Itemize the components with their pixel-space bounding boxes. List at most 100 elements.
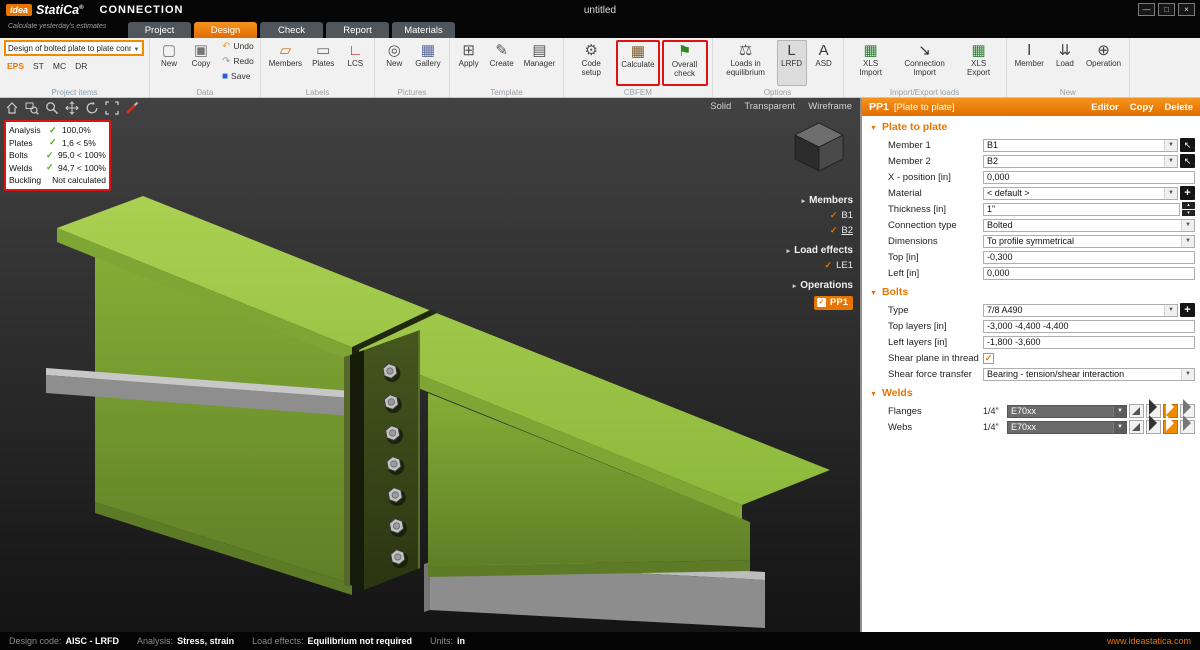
- pick-member-button[interactable]: [1180, 154, 1195, 168]
- lrfd-button[interactable]: LLRFD: [777, 40, 807, 86]
- weld-type-button-1[interactable]: [1129, 420, 1144, 434]
- shear-plane-in-thread-checkbox[interactable]: [983, 353, 994, 364]
- operation-button[interactable]: ⊕Operation: [1082, 40, 1125, 86]
- weld-type-button-1[interactable]: [1129, 404, 1144, 418]
- add-new-button[interactable]: [1180, 303, 1195, 317]
- member-button[interactable]: ⅠMember: [1011, 40, 1048, 86]
- apply-button[interactable]: ⊞Apply: [454, 40, 484, 86]
- end-plate-left-edge[interactable]: [344, 355, 350, 587]
- save-button[interactable]: ■Save: [220, 70, 256, 84]
- project-item-mc[interactable]: MC: [53, 61, 66, 71]
- zoom-button[interactable]: [43, 100, 60, 116]
- delete-button[interactable]: Delete: [1164, 102, 1193, 113]
- tab-project[interactable]: Project: [128, 22, 191, 38]
- checkbox-icon[interactable]: [830, 211, 838, 220]
- check-result-row: Plates1,6 < 5%: [9, 137, 106, 150]
- flanges-select[interactable]: E70xx: [1007, 405, 1127, 418]
- gallery-button[interactable]: ▦Gallery: [411, 40, 444, 86]
- loads-in-equilibrium-button[interactable]: ⚖Loads in equilibrium: [717, 40, 775, 86]
- members-button[interactable]: ▱Members: [265, 40, 306, 86]
- property-row-shear-plane-in-thread: Shear plane in thread: [862, 350, 1200, 366]
- xls-import-button[interactable]: ▦XLS Import: [848, 40, 894, 86]
- viewport-3d[interactable]: SolidTransparentWireframe Analysis100,0%…: [0, 98, 860, 632]
- connection-type-select[interactable]: Bolted: [983, 219, 1195, 232]
- checkbox-icon[interactable]: [830, 226, 838, 235]
- connection-import-button[interactable]: ↘Connection Import: [896, 40, 954, 86]
- project-item-eps[interactable]: EPS: [7, 61, 24, 71]
- manager-button[interactable]: ▤Manager: [520, 40, 560, 86]
- group-label: Data: [150, 88, 260, 97]
- undo-button[interactable]: ↶Undo: [220, 40, 256, 54]
- tree-section-load-effects[interactable]: Load effects: [787, 245, 853, 256]
- material-select[interactable]: < default >: [983, 187, 1178, 200]
- weld-type-button-2[interactable]: [1146, 420, 1161, 434]
- weld-type-button-3[interactable]: [1163, 420, 1178, 434]
- tree-item-b1[interactable]: B1: [830, 210, 853, 221]
- project-item-st[interactable]: ST: [33, 61, 44, 71]
- tab-report[interactable]: Report: [326, 22, 389, 38]
- property-row-top-in: Top [in]-0,300: [862, 249, 1200, 265]
- pick-member-button[interactable]: [1180, 138, 1195, 152]
- section-header-bolts[interactable]: Bolts: [862, 281, 1200, 302]
- home-view-button[interactable]: [3, 100, 20, 116]
- section-header-plate-to-plate[interactable]: Plate to plate: [862, 116, 1200, 137]
- redo-button[interactable]: ↷Redo: [220, 55, 256, 69]
- asd-button[interactable]: AASD: [809, 40, 839, 86]
- webs-select[interactable]: E70xx: [1007, 421, 1127, 434]
- spinner-down-icon[interactable]: [1182, 210, 1195, 217]
- editor-button[interactable]: Editor: [1091, 102, 1118, 113]
- view-mode-solid[interactable]: Solid: [710, 101, 731, 112]
- tab-materials[interactable]: Materials: [392, 22, 455, 38]
- member-2-select[interactable]: B2: [983, 155, 1178, 168]
- checkbox-icon[interactable]: [825, 261, 833, 270]
- copy-button[interactable]: Copy: [1130, 102, 1154, 113]
- pan-button[interactable]: [63, 100, 80, 116]
- tab-design[interactable]: Design: [194, 22, 257, 38]
- type-select[interactable]: 7/8 A490: [983, 304, 1178, 317]
- code-setup-button[interactable]: ⚙Code setup: [568, 40, 614, 86]
- 3d-model-scene[interactable]: [0, 98, 860, 632]
- tree-section-operations[interactable]: Operations: [793, 280, 853, 291]
- new-button[interactable]: ▢New: [154, 40, 184, 86]
- x-position-in-input[interactable]: 0,000: [983, 171, 1195, 184]
- copy-button[interactable]: ▣Copy: [186, 40, 216, 86]
- top-in-input[interactable]: -0,300: [983, 251, 1195, 264]
- add-new-button[interactable]: [1180, 186, 1195, 200]
- shear-force-transfer-select[interactable]: Bearing - tension/shear interaction: [983, 368, 1195, 381]
- overall-check-button[interactable]: ⚑Overall check: [662, 40, 708, 86]
- left-layers-in-input[interactable]: -1,800 -3,600: [983, 336, 1195, 349]
- tab-check[interactable]: Check: [260, 22, 323, 38]
- modify-button[interactable]: [123, 100, 140, 116]
- fit-view-button[interactable]: [103, 100, 120, 116]
- maximize-button[interactable]: □: [1158, 3, 1175, 16]
- tree-section-members[interactable]: Members: [802, 195, 853, 206]
- website-link[interactable]: www.ideastatica.com: [1107, 636, 1191, 646]
- top-layers-in-input[interactable]: -3,000 -4,400 -4,400: [983, 320, 1195, 333]
- view-mode-transparent[interactable]: Transparent: [744, 101, 795, 112]
- rotate-button[interactable]: [83, 100, 100, 116]
- member-1-select[interactable]: B1: [983, 139, 1178, 152]
- new-button[interactable]: ◎New: [379, 40, 409, 86]
- project-type-dropdown[interactable]: Design of bolted plate to plate conne: [4, 40, 144, 56]
- tree-item-pp1[interactable]: PP1: [814, 296, 853, 310]
- tree-item-le1[interactable]: LE1: [825, 260, 853, 271]
- load-button[interactable]: ⇊Load: [1050, 40, 1080, 86]
- calculate-button[interactable]: ▦Calculate: [616, 40, 659, 86]
- xls-export-button[interactable]: ▦XLS Export: [956, 40, 1002, 86]
- value-spinner[interactable]: [1182, 202, 1195, 216]
- minimize-button[interactable]: —: [1138, 3, 1155, 16]
- tree-item-b2[interactable]: B2: [830, 225, 853, 236]
- create-button[interactable]: ✎Create: [486, 40, 518, 86]
- zoom-window-button[interactable]: [23, 100, 40, 116]
- view-mode-wireframe[interactable]: Wireframe: [808, 101, 852, 112]
- left-in-input[interactable]: 0,000: [983, 267, 1195, 280]
- spinner-up-icon[interactable]: [1182, 202, 1195, 209]
- dimensions-select[interactable]: To profile symmetrical: [983, 235, 1195, 248]
- plates-button[interactable]: ▭Plates: [308, 40, 338, 86]
- thickness-in-input[interactable]: 1": [983, 203, 1180, 216]
- checkbox-icon[interactable]: [817, 298, 826, 307]
- weld-type-button-4[interactable]: [1180, 420, 1195, 434]
- close-button[interactable]: ×: [1178, 3, 1195, 16]
- project-item-dr[interactable]: DR: [75, 61, 87, 71]
- lcs-button[interactable]: ∟LCS: [340, 40, 370, 86]
